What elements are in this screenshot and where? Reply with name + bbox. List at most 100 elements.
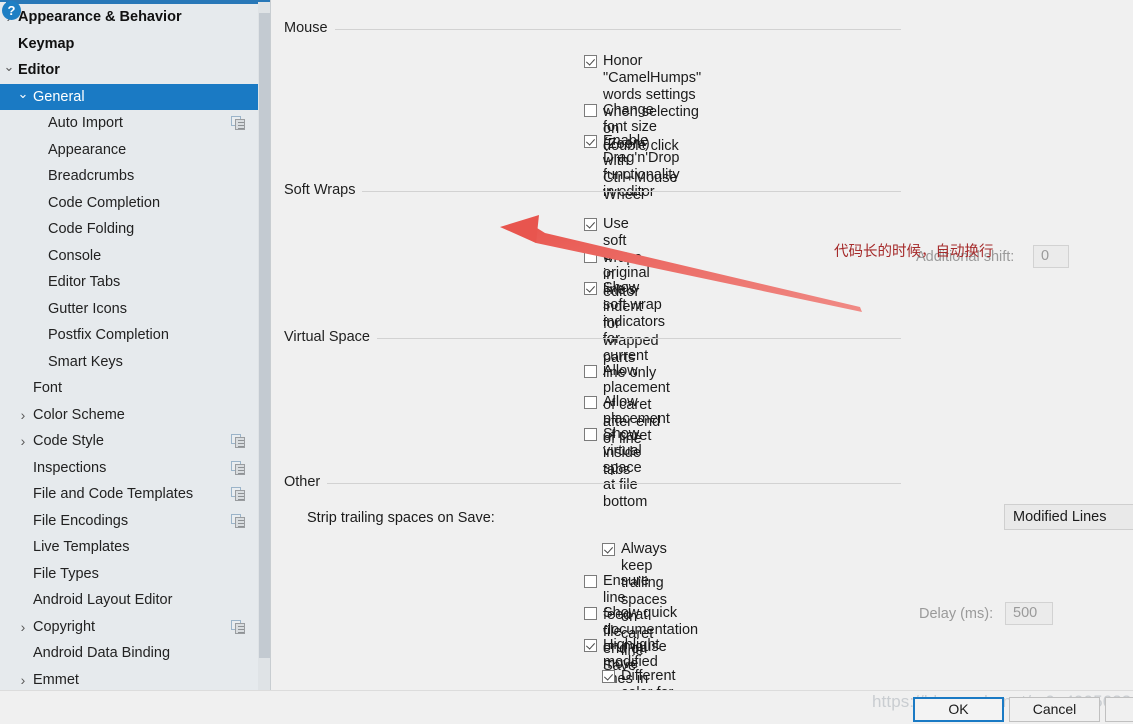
sidebar-item-appearance-behavior[interactable]: ›Appearance & Behavior	[0, 4, 258, 31]
group-soft-wraps: Soft Wraps	[284, 182, 901, 200]
group-divider-line	[284, 483, 901, 484]
settings-dialog: ›Appearance & BehaviorKeymap⌄Editor⌄Gene…	[0, 0, 1133, 724]
sidebar-item-emmet[interactable]: › Emmet	[0, 667, 258, 691]
sidebar-item-file-types[interactable]: File Types	[0, 561, 258, 588]
settings-main-panel: Mouse Honor "CamelHumps" words settings …	[271, 0, 1133, 690]
sidebar-item-label: Code Style	[33, 433, 104, 449]
sidebar-item-label: Smart Keys	[48, 353, 123, 370]
delay-label: Delay (ms):	[919, 606, 994, 622]
sidebar-item-label: File and Code Templates	[33, 486, 194, 502]
checkbox-box[interactable]	[584, 55, 597, 68]
sidebar-item-label: Keymap	[18, 35, 75, 52]
checkbox-box[interactable]	[584, 607, 597, 620]
checkbox-label: Different color for lines with whitespac…	[621, 668, 676, 690]
sidebar-item-gutter-icons[interactable]: Gutter Icons	[0, 296, 258, 323]
copy-settings-icon[interactable]	[231, 619, 246, 634]
sidebar-item-android-data-binding[interactable]: Android Data Binding	[0, 640, 258, 667]
checkbox-box[interactable]	[584, 428, 597, 441]
checkbox-box[interactable]	[584, 575, 597, 588]
checkbox-box[interactable]	[602, 670, 615, 683]
sidebar-item-breadcrumbs[interactable]: Breadcrumbs	[0, 163, 258, 190]
copy-settings-icon[interactable]	[231, 513, 246, 528]
sidebar-item-label: Live Templates	[33, 539, 130, 555]
sidebar-item-file-and-code-templates[interactable]: File and Code Templates	[0, 481, 258, 508]
sidebar-item-label: Emmet	[33, 671, 79, 688]
group-title-mouse: Mouse	[284, 20, 335, 36]
sidebar-item-label: Appearance	[48, 141, 127, 158]
checkbox-label: Show virtual space at file bottom	[603, 426, 648, 510]
help-icon[interactable]: ?	[2, 1, 21, 20]
sidebar-item-code-style[interactable]: › Code Style	[0, 428, 258, 455]
sidebar-item-label: Code Completion	[48, 194, 161, 211]
sidebar-item-label: Color Scheme	[33, 406, 125, 423]
sidebar-item-label: Appearance & Behavior	[18, 9, 182, 25]
sidebar-item-label: File Types	[33, 565, 99, 582]
checkbox-box[interactable]	[584, 250, 597, 263]
chevron-right-icon[interactable]: ›	[16, 428, 30, 455]
sidebar-item-label: Editor Tabs	[48, 274, 121, 290]
group-title-other: Other	[284, 474, 328, 490]
checkbox-box[interactable]	[584, 135, 597, 148]
sidebar-item-label: Android Layout Editor	[33, 592, 173, 608]
group-divider-line	[284, 29, 901, 30]
sidebar-item-font[interactable]: Font	[0, 375, 258, 402]
sidebar-item-editor-tabs[interactable]: Editor Tabs	[0, 269, 258, 296]
sidebar-item-label: Postfix Completion	[48, 327, 169, 343]
sidebar-item-auto-import[interactable]: Auto Import	[0, 110, 258, 137]
settings-sidebar: ›Appearance & BehaviorKeymap⌄Editor⌄Gene…	[0, 0, 271, 690]
sidebar-item-console[interactable]: Console	[0, 243, 258, 270]
sidebar-item-code-folding[interactable]: Code Folding	[0, 216, 258, 243]
checkbox-box[interactable]	[584, 639, 597, 652]
additional-shift-input[interactable]: 0	[1033, 245, 1069, 268]
sidebar-item-file-encodings[interactable]: File Encodings	[0, 508, 258, 535]
sidebar-item-color-scheme[interactable]: › Color Scheme	[0, 402, 258, 429]
group-header-soft-wraps: Soft Wraps	[284, 182, 901, 200]
copy-settings-icon[interactable]	[231, 460, 246, 475]
sidebar-item-general[interactable]: ⌄ General	[0, 83, 258, 110]
sidebar-item-keymap[interactable]: Keymap	[0, 31, 258, 58]
checkbox-box[interactable]	[584, 218, 597, 231]
chevron-down-icon[interactable]: ⌄	[2, 57, 16, 77]
group-title-virtual-space: Virtual Space	[284, 329, 377, 345]
checkbox-box[interactable]	[602, 543, 615, 556]
chevron-right-icon[interactable]: ›	[16, 614, 30, 641]
sidebar-item-inspections[interactable]: Inspections	[0, 455, 258, 482]
sidebar-item-smart-keys[interactable]: Smart Keys	[0, 349, 258, 376]
apply-button[interactable]: Apply	[1105, 697, 1133, 722]
sidebar-item-label: General	[33, 88, 85, 105]
sidebar-item-label: Code Folding	[48, 221, 135, 237]
chevron-right-icon[interactable]: ›	[16, 667, 30, 691]
sidebar-item-label: Auto Import	[48, 115, 123, 131]
checkbox-box[interactable]	[584, 104, 597, 117]
copy-settings-icon[interactable]	[231, 434, 246, 448]
sidebar-item-label: Console	[48, 247, 102, 264]
checkbox-box[interactable]	[584, 396, 597, 409]
ok-button[interactable]: OK	[913, 697, 1004, 722]
sidebar-item-label: Android Data Binding	[33, 645, 171, 661]
checkbox-box[interactable]	[584, 365, 597, 378]
copy-settings-icon[interactable]	[231, 116, 246, 130]
delay-input[interactable]: 500	[1005, 602, 1053, 625]
sidebar-item-code-completion[interactable]: Code Completion	[0, 190, 258, 217]
sidebar-item-copyright[interactable]: › Copyright	[0, 614, 258, 641]
checkbox-box[interactable]	[584, 282, 597, 295]
cancel-button[interactable]: Cancel	[1009, 697, 1100, 722]
settings-tree: ›Appearance & BehaviorKeymap⌄Editor⌄Gene…	[0, 4, 258, 690]
chevron-right-icon[interactable]: ›	[16, 402, 30, 429]
annotation-text: 代码长的时候，自动换行	[834, 244, 994, 260]
group-divider-line	[284, 191, 901, 192]
select-value: Modified Lines	[1013, 509, 1107, 525]
group-title-soft-wraps: Soft Wraps	[284, 182, 363, 198]
sidebar-item-label: File Encodings	[33, 512, 129, 529]
strip-trailing-spaces-select[interactable]: Modified Lines	[1004, 504, 1133, 530]
sidebar-item-postfix-completion[interactable]: Postfix Completion	[0, 322, 258, 349]
chevron-down-icon[interactable]: ⌄	[16, 84, 30, 104]
sidebar-item-android-layout-editor[interactable]: Android Layout Editor	[0, 587, 258, 614]
sidebar-scrollbar-thumb[interactable]	[259, 13, 270, 658]
copy-settings-icon[interactable]	[231, 487, 246, 501]
sidebar-item-label: Font	[33, 380, 63, 396]
sidebar-item-appearance[interactable]: Appearance	[0, 137, 258, 164]
sidebar-item-editor[interactable]: ⌄ Editor	[0, 57, 258, 84]
sidebar-item-live-templates[interactable]: Live Templates	[0, 534, 258, 561]
sidebar-item-label: Gutter Icons	[48, 300, 127, 317]
